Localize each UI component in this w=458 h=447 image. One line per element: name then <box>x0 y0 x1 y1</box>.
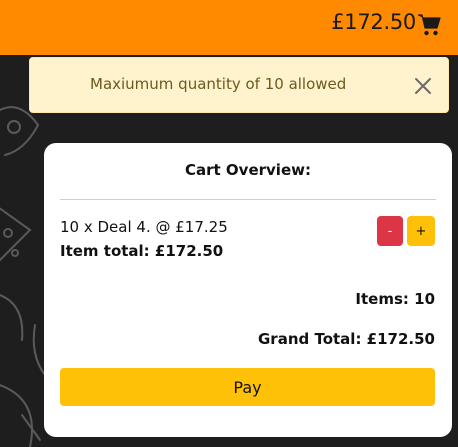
item-total: Item total: £172.50 <box>60 242 224 260</box>
grand-total: Grand Total: £172.50 <box>258 330 435 348</box>
pay-button[interactable]: Pay <box>60 368 435 406</box>
close-icon[interactable] <box>414 77 432 95</box>
top-bar: £172.50 <box>0 0 458 55</box>
cart-overview-card: Cart Overview: 10 x Deal 4. @ £17.25 Ite… <box>44 143 452 437</box>
card-title: Cart Overview: <box>185 161 311 179</box>
shopping-cart-icon[interactable] <box>417 13 441 37</box>
divider <box>60 199 436 200</box>
cart-total[interactable]: £172.50 <box>331 10 416 34</box>
item-description: 10 x Deal 4. @ £17.25 <box>60 218 228 236</box>
increase-quantity-button[interactable]: + <box>407 216 435 246</box>
items-count: Items: 10 <box>355 290 435 308</box>
decrease-quantity-button[interactable]: - <box>377 216 403 246</box>
alert-message: Maxiumum quantity of 10 allowed <box>90 75 347 93</box>
max-quantity-alert: Maxiumum quantity of 10 allowed <box>29 57 449 113</box>
